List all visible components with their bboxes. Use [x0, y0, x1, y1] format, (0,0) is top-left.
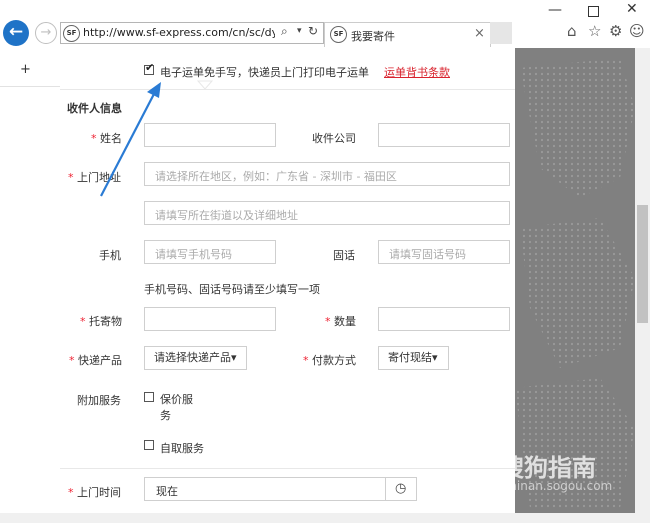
- annotation-arrow: [100, 80, 214, 197]
